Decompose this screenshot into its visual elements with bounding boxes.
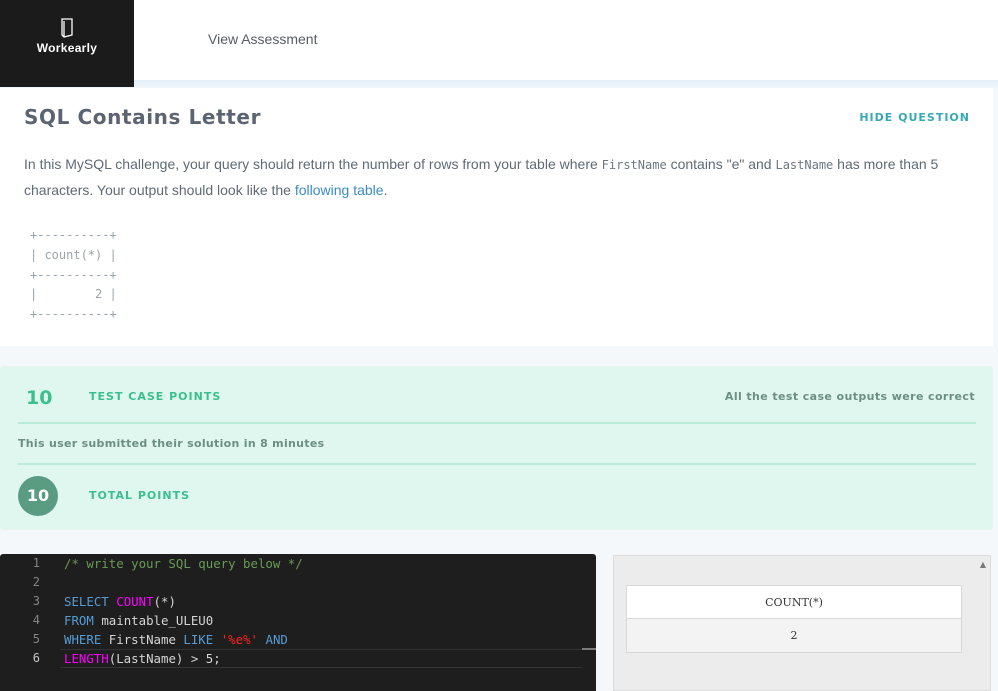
divider: [18, 422, 976, 424]
brand-logo[interactable]: Workearly: [0, 0, 134, 87]
following-table-link[interactable]: following table: [295, 182, 384, 198]
total-points-badge: 10: [18, 476, 58, 516]
code-line-1[interactable]: /* write your SQL query below */: [64, 556, 303, 571]
question-text-part: .: [383, 182, 388, 198]
editor-scrollbar[interactable]: [582, 648, 596, 650]
ascii-table-line: | 2 |: [30, 287, 117, 302]
view-assessment-link[interactable]: View Assessment: [208, 31, 317, 47]
submission-time-note: This user submitted their solution in 8 …: [18, 437, 325, 450]
code-text: maintable_ULEU0: [101, 613, 214, 628]
scroll-up-arrow-icon[interactable]: ▲: [980, 560, 986, 569]
question-card: SQL Contains Letter HIDE QUESTION In thi…: [0, 88, 993, 346]
test-case-points-label: TEST CASE POINTS: [89, 390, 222, 403]
book-icon: [61, 18, 73, 38]
total-points-label: TOTAL POINTS: [89, 489, 190, 502]
line-number: 4: [32, 613, 40, 627]
output-panel: ▲ COUNT(*) 2: [613, 555, 991, 691]
lastname-code: LastName: [775, 158, 834, 172]
top-bar: [0, 0, 998, 80]
question-text-part: In this MySQL challenge, your query shou…: [24, 156, 602, 172]
keyword: SELECT: [64, 594, 109, 609]
line-number: 1: [32, 556, 40, 570]
table-row: 2: [626, 618, 962, 653]
line-number-active: 6: [32, 651, 40, 665]
function-name: COUNT: [116, 594, 154, 609]
ascii-table-line: | count(*) |: [30, 247, 117, 262]
keyword: LIKE: [183, 632, 214, 647]
code-line-4[interactable]: FROM maintable_ULEU0: [64, 613, 213, 628]
code-line-3[interactable]: SELECT COUNT(*): [64, 594, 176, 609]
question-description: In this MySQL challenge, your query shou…: [24, 152, 974, 203]
table-cell: 2: [626, 618, 962, 653]
results-card: 10 TEST CASE POINTS All the test case ou…: [0, 366, 993, 530]
divider: [18, 463, 976, 465]
ascii-table-line: +----------+: [30, 307, 117, 322]
keyword: WHERE: [64, 632, 102, 647]
code-text: FirstName: [108, 632, 176, 647]
string-literal: '%e%': [220, 632, 259, 647]
firstname-code: FirstName: [601, 158, 667, 172]
question-text-part: contains "e" and: [666, 156, 776, 172]
column-header: COUNT(*): [626, 585, 962, 619]
expected-output-table: +----------+ | count(*) | +----------+ | 2 …: [30, 226, 117, 325]
code-text: (*): [153, 594, 176, 609]
code-editor[interactable]: 1 2 3 4 5 6 /* write your SQL query belo…: [0, 554, 596, 691]
hide-question-button[interactable]: HIDE QUESTION: [859, 111, 970, 124]
test-case-points-value: 10: [26, 387, 53, 409]
table-header-row: COUNT(*): [626, 585, 962, 619]
line-number: 5: [32, 632, 40, 646]
test-case-status: All the test case outputs were correct: [724, 390, 975, 403]
keyword: FROM: [64, 613, 94, 628]
output-table: COUNT(*) 2: [626, 585, 962, 653]
question-title: SQL Contains Letter: [24, 105, 262, 129]
ascii-table-line: +----------+: [30, 267, 117, 282]
code-comment: /* write your SQL query below */: [64, 556, 303, 571]
code-line-5[interactable]: WHERE FirstName LIKE '%e%' AND: [64, 632, 288, 647]
keyword: AND: [265, 632, 288, 647]
ascii-table-line: +----------+: [30, 228, 117, 242]
line-number: 2: [32, 575, 40, 589]
logo-text: Workearly: [36, 41, 98, 55]
current-line-highlight: [60, 649, 582, 668]
line-number: 3: [32, 594, 40, 608]
